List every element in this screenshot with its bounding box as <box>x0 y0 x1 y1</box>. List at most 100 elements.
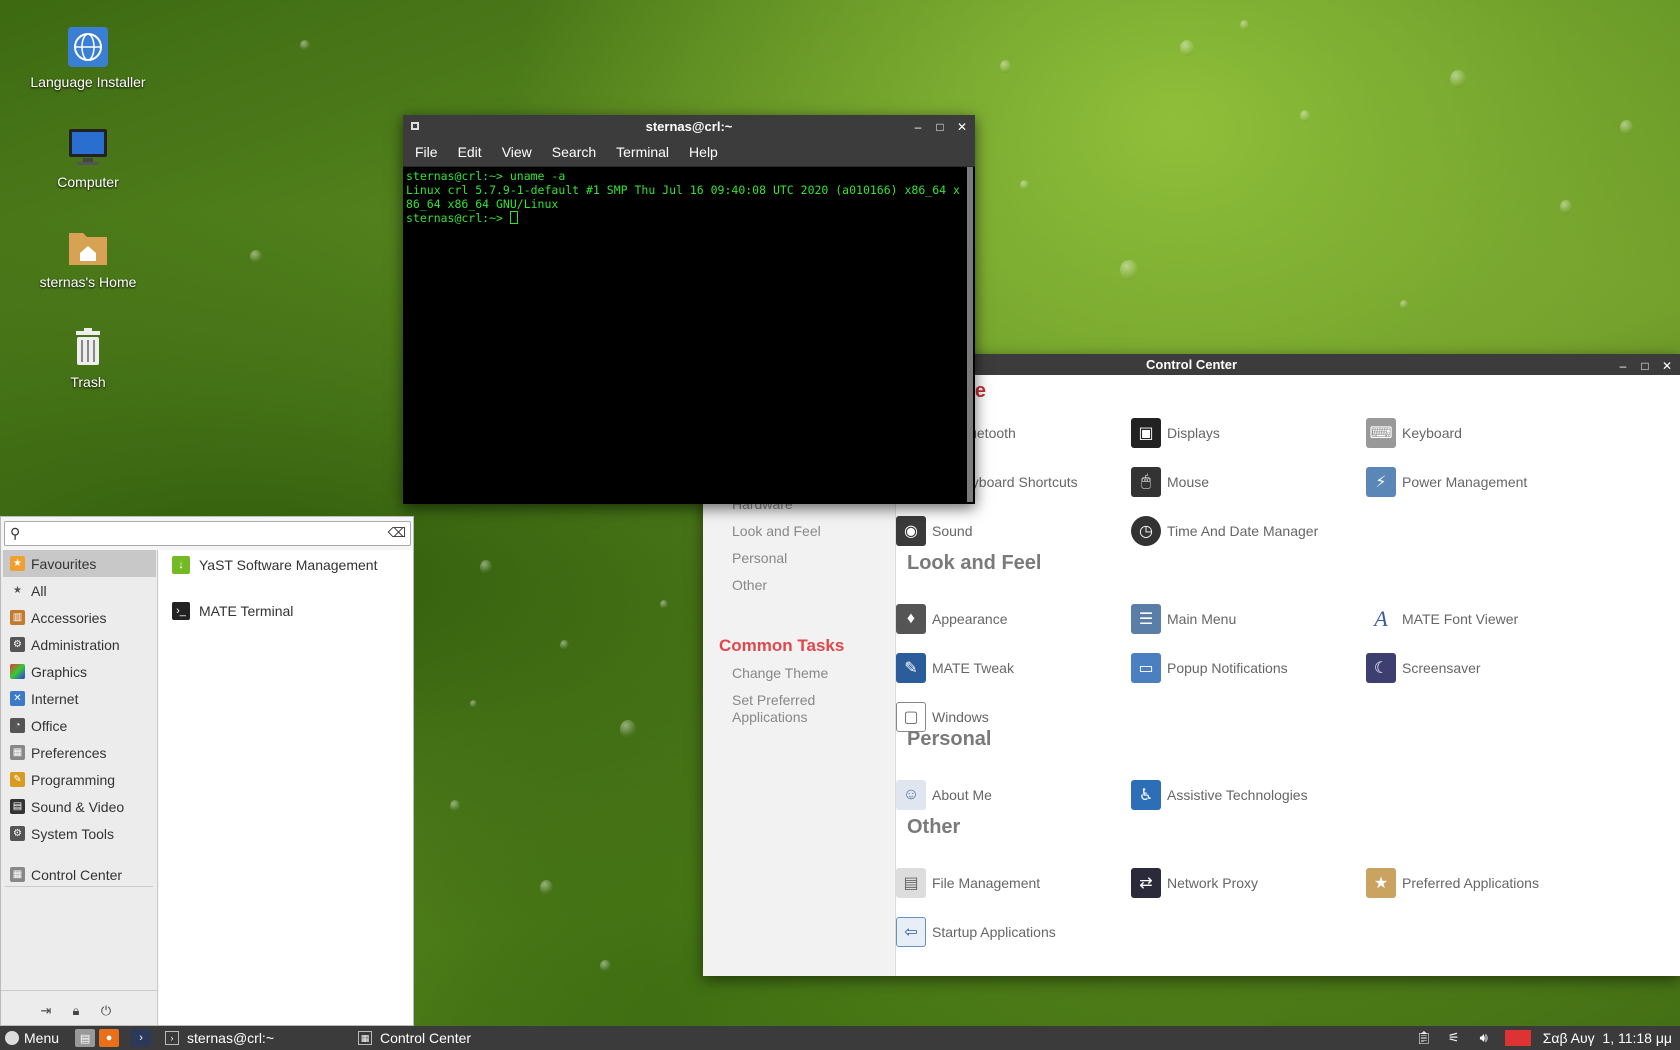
item-label: eyboard Shortcuts <box>964 474 1078 490</box>
category-accessories[interactable]: ▥ Accessories <box>3 604 156 631</box>
nav-look-and-feel[interactable]: Look and Feel <box>732 523 821 539</box>
category-all[interactable]: ★ All <box>3 577 156 604</box>
star-icon: ★ <box>13 585 22 596</box>
nav-other[interactable]: Other <box>732 577 767 593</box>
text-cursor <box>509 211 518 224</box>
search-input[interactable] <box>30 524 380 543</box>
item-mate-tweak[interactable]: ✎ MATE Tweak <box>896 650 1014 686</box>
item-power-management[interactable]: ⚡ Power Management <box>1366 464 1527 500</box>
item-network-proxy[interactable]: ⇄ Network Proxy <box>1131 865 1258 901</box>
minimize-button[interactable]: – <box>1616 359 1630 373</box>
item-sound[interactable]: ◉ Sound <box>896 513 972 549</box>
keyboard-icon: ⌨ <box>1366 418 1396 448</box>
category-system-tools[interactable]: ⚙ System Tools <box>3 820 156 847</box>
item-file-management[interactable]: ▤ File Management <box>896 865 1040 901</box>
menu-button-label: Menu <box>24 1030 60 1046</box>
terminal-titlebar[interactable]: sternas@crl:~ – □ ✕ <box>403 115 975 138</box>
item-appearance[interactable]: ♦ Appearance <box>896 601 1008 637</box>
desktop-icon-computer[interactable]: Computer <box>13 124 163 190</box>
menu-file[interactable]: File <box>405 144 448 160</box>
app-mate-terminal[interactable]: ›_ MATE Terminal <box>172 596 293 626</box>
item-time-and-date[interactable]: ◷ Time And Date Manager <box>1131 513 1318 549</box>
category-label: All <box>31 582 47 599</box>
terminal-scrollbar[interactable] <box>967 167 973 502</box>
item-main-menu[interactable]: ☰ Main Menu <box>1131 601 1236 637</box>
minimize-button[interactable]: – <box>911 120 925 134</box>
category-sound-video[interactable]: ▤ Sound & Video <box>3 793 156 820</box>
item-displays[interactable]: ▣ Displays <box>1131 415 1220 451</box>
workspace-switcher-icon[interactable] <box>1504 1030 1531 1046</box>
terminal-line: sternas@crl:~> <box>406 211 510 225</box>
maximize-button[interactable]: □ <box>933 120 947 134</box>
terminal-output[interactable]: sternas@crl:~> uname -a Linux crl 5.7.9-1… <box>405 167 965 502</box>
section-other-title: Other <box>907 816 961 838</box>
firefox-launcher-icon[interactable]: ● <box>99 1029 120 1047</box>
menu-terminal[interactable]: Terminal <box>606 144 679 160</box>
close-button[interactable]: ✕ <box>1660 359 1674 373</box>
item-mouse[interactable]: 🖱 Mouse <box>1131 464 1209 500</box>
category-programming[interactable]: ✎ Programming <box>3 766 156 793</box>
item-preferred-applications[interactable]: ★ Preferred Applications <box>1366 865 1539 901</box>
terminal-line: 86_64 x86_64 GNU/Linux <box>406 197 559 211</box>
item-screensaver[interactable]: ☾ Screensaver <box>1366 650 1481 686</box>
volume-icon[interactable]: 🔊︎ <box>1475 1030 1493 1046</box>
category-label: System Tools <box>31 825 114 842</box>
power-icon[interactable]: ⏻ <box>98 1003 114 1019</box>
task-change-theme[interactable]: Change Theme <box>732 665 828 681</box>
item-popup-notifications[interactable]: ▭ Popup Notifications <box>1131 650 1288 686</box>
menu-help[interactable]: Help <box>679 144 728 160</box>
item-label: Popup Notifications <box>1167 660 1288 676</box>
category-office[interactable]: ◔ Office <box>3 712 156 739</box>
administration-icon: ⚙ <box>10 637 25 652</box>
category-control-center[interactable]: ▦ Control Center <box>3 861 156 888</box>
item-startup-applications[interactable]: ⇦ Startup Applications <box>896 914 1056 950</box>
menu-search[interactable]: Search <box>542 144 606 160</box>
appearance-icon: ♦ <box>896 604 926 634</box>
terminal-menubar: File Edit View Search Terminal Help <box>403 138 975 167</box>
category-graphics[interactable]: Graphics <box>3 658 156 685</box>
font-icon: A <box>1366 604 1396 634</box>
item-assistive-technologies[interactable]: ♿ Assistive Technologies <box>1131 777 1308 813</box>
window-menu-icon[interactable] <box>411 122 419 130</box>
item-label: MATE Tweak <box>932 660 1014 676</box>
item-label: Displays <box>1167 425 1220 441</box>
taskbar-item-terminal[interactable]: › sternas@crl:~ <box>157 1026 282 1050</box>
home-folder-icon <box>65 224 111 270</box>
taskbar-item-control-center[interactable]: ▦ Control Center <box>350 1026 479 1050</box>
network-plug-icon[interactable]: ⚟ <box>1445 1030 1463 1046</box>
terminal-launcher-icon[interactable]: › <box>131 1029 152 1047</box>
category-label: Office <box>31 717 68 734</box>
lock-icon[interactable]: 🔒︎ <box>68 1003 84 1019</box>
category-label: Administration <box>31 636 120 653</box>
nav-personal[interactable]: Personal <box>732 550 787 566</box>
clear-search-icon[interactable]: ⌫ <box>388 525 406 541</box>
category-preferences[interactable]: ▦ Preferences <box>3 739 156 766</box>
menu-button[interactable]: Menu <box>0 1026 65 1050</box>
task-set-preferred-applications[interactable]: Set Preferred Applications <box>732 692 842 726</box>
category-internet[interactable]: ✕ Internet <box>3 685 156 712</box>
terminal-icon: › <box>165 1031 180 1045</box>
item-about-me[interactable]: ☺ About Me <box>896 777 992 813</box>
item-keyboard-shortcuts[interactable]: eyboard Shortcuts <box>964 464 1078 500</box>
menu-edit[interactable]: Edit <box>448 144 492 160</box>
menu-view[interactable]: View <box>492 144 542 160</box>
item-keyboard[interactable]: ⌨ Keyboard <box>1366 415 1462 451</box>
clipboard-icon[interactable]: 📋︎ <box>1415 1030 1433 1046</box>
category-administration[interactable]: ⚙ Administration <box>3 631 156 658</box>
close-button[interactable]: ✕ <box>955 120 969 134</box>
desktop-icon-label: Language Installer <box>30 74 146 90</box>
category-favourites[interactable]: ★ Favourites <box>3 550 156 577</box>
logout-icon[interactable]: ⇥ <box>38 1003 54 1019</box>
clock[interactable]: Σαβ Αυγ 1, 11:18 μμ <box>1543 1030 1672 1046</box>
item-label: File Management <box>932 875 1041 891</box>
trash-icon <box>65 324 111 370</box>
app-yast-software-management[interactable]: ↓ YaST Software Management <box>172 550 377 580</box>
desktop-icon-language-installer[interactable]: Language Installer <box>13 24 163 90</box>
item-label: Startup Applications <box>932 924 1056 940</box>
desktop-icon-home[interactable]: sternas's Home <box>13 224 163 290</box>
desktop-icon-trash[interactable]: Trash <box>13 324 163 390</box>
item-mate-font-viewer[interactable]: A MATE Font Viewer <box>1366 601 1518 637</box>
file-manager-launcher-icon[interactable]: ▤ <box>75 1029 96 1047</box>
maximize-button[interactable]: □ <box>1638 359 1652 373</box>
control-center-main: are luetooth ▣Displays ⌨Keyboard eyboard… <box>896 375 1680 976</box>
